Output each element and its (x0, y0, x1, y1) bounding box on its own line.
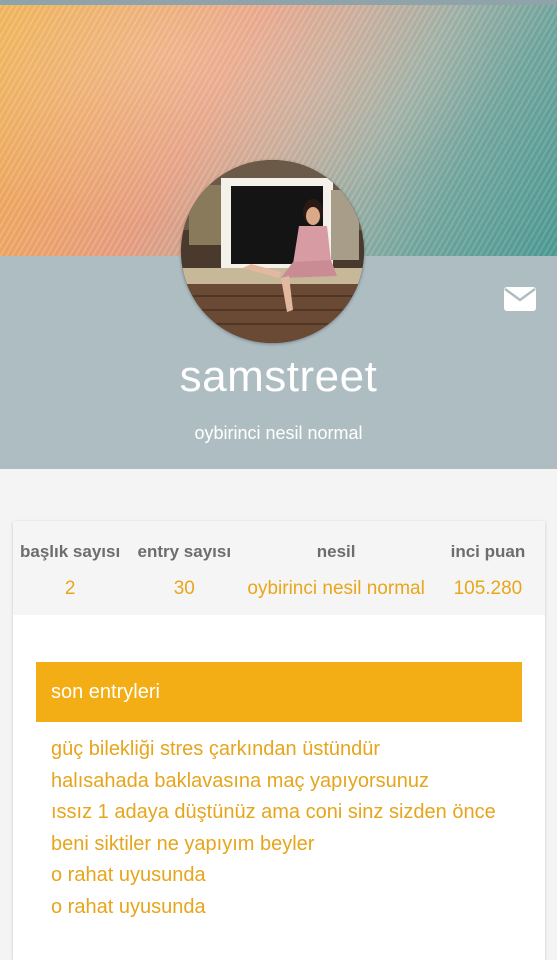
profile-card: başlık sayısı 2 entry sayısı 30 nesil oy… (13, 521, 545, 960)
stat-entry-count: entry sayısı 30 (127, 521, 241, 615)
stat-label: nesil (316, 542, 356, 561)
entry-link[interactable]: halısahada baklavasına maç yapıyorsunuz (51, 766, 511, 798)
entry-link[interactable]: ıssız 1 adaya düştünüz ama coni sinz siz… (51, 797, 511, 829)
entry-link[interactable]: beni siktiler ne yapıyım beyler (51, 829, 511, 861)
stat-label: inci puan (450, 542, 526, 561)
recent-entries-header: son entryleri (36, 662, 522, 722)
stat-label: başlık sayısı (20, 542, 121, 561)
stat-pearl-points: inci puan 105.280 (431, 521, 545, 615)
generation-subtitle: oybirinci nesil normal (194, 423, 363, 443)
stat-value: 105.280 (453, 578, 523, 599)
entry-link[interactable]: o rahat uyusunda (51, 860, 511, 892)
stat-generation: nesil oybirinci nesil normal (241, 521, 430, 615)
entry-link[interactable]: güç bilekliği stres çarkından üstündür (51, 734, 511, 766)
stats-row: başlık sayısı 2 entry sayısı 30 nesil oy… (13, 521, 545, 615)
stat-value: oybirinci nesil normal (247, 578, 425, 599)
avatar[interactable] (181, 160, 364, 343)
stat-label: entry sayısı (137, 542, 232, 561)
envelope-icon[interactable] (503, 286, 537, 312)
recent-entries-list: güç bilekliği stres çarkından üstündür h… (51, 734, 511, 924)
stat-topic-count: başlık sayısı 2 (13, 521, 127, 615)
avatar-photo (181, 160, 364, 343)
stat-value[interactable]: 30 (127, 576, 241, 602)
entry-link[interactable]: o rahat uyusunda (51, 892, 511, 924)
username: samstreet (179, 352, 378, 401)
stat-value[interactable]: 2 (13, 576, 127, 602)
